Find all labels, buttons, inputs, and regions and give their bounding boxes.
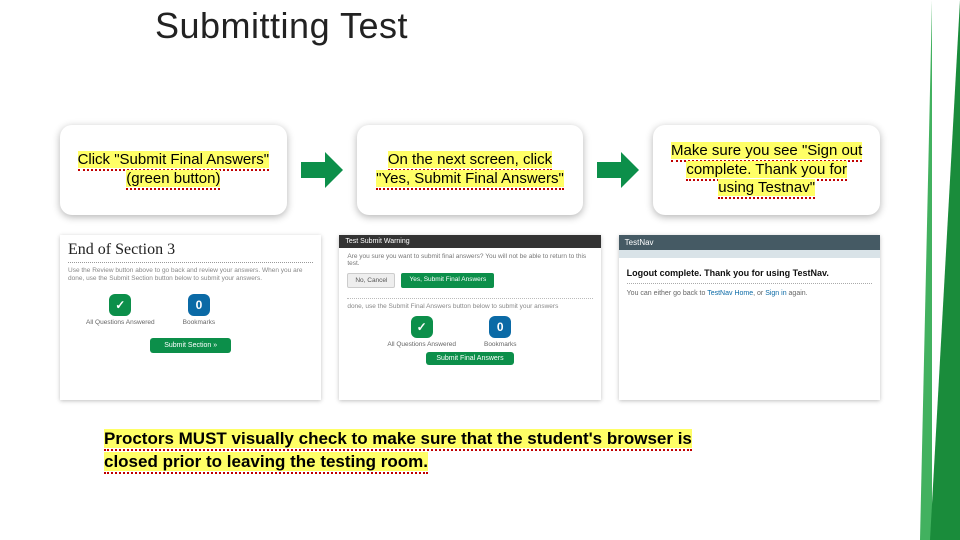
screenshot-3: TestNav Logout complete. Thank you for u…: [619, 235, 880, 400]
all-questions-label: All Questions Answered: [387, 341, 456, 348]
step-row: Click "Submit Final Answers" (green butt…: [60, 125, 880, 215]
shot1-subtext: Use the Review button above to go back a…: [68, 267, 313, 284]
shot3-sub-pre: You can either go back to: [627, 290, 708, 297]
screenshot-1: End of Section 3 Use the Review button a…: [60, 235, 321, 400]
shot3-toolbar: [619, 250, 880, 258]
shot1-heading: End of Section 3: [68, 241, 313, 263]
shot3-subtext: You can either go back to TestNav Home, …: [627, 290, 872, 297]
check-icon: ✓: [109, 294, 131, 316]
shot3-sub-post: again.: [787, 290, 808, 297]
bookmarks-stat: 0 Bookmarks: [484, 316, 517, 348]
bookmarks-count-badge: 0: [489, 316, 511, 338]
sign-in-link[interactable]: Sign in: [765, 290, 786, 297]
proctor-note: Proctors MUST visually check to make sur…: [104, 428, 744, 474]
shot2-msg: done, use the Submit Final Answers butto…: [347, 303, 592, 310]
divider: [347, 298, 592, 299]
testnav-home-link[interactable]: TestNav Home: [707, 290, 753, 297]
logout-message: Logout complete. Thank you for using Tes…: [627, 266, 872, 284]
all-questions-stat: ✓ All Questions Answered: [387, 316, 456, 348]
screenshots-row: End of Section 3 Use the Review button a…: [60, 235, 880, 400]
shot1-stats: ✓ All Questions Answered 0 Bookmarks: [86, 294, 313, 326]
shot2-button-row: No, Cancel Yes, Submit Final Answers: [347, 273, 592, 288]
submit-section-button[interactable]: Submit Section »: [150, 338, 231, 353]
arrow-icon: [595, 150, 641, 190]
bookmarks-label: Bookmarks: [484, 341, 517, 348]
step-2: On the next screen, click "Yes, Submit F…: [357, 125, 584, 215]
testnav-brand: TestNav: [619, 235, 880, 250]
shot2-subtext: Are you sure you want to submit final an…: [347, 253, 592, 267]
yes-submit-button[interactable]: Yes, Submit Final Answers: [401, 273, 494, 288]
accent-triangle: [930, 0, 960, 540]
all-questions-stat: ✓ All Questions Answered: [86, 294, 155, 326]
arrow-icon: [299, 150, 345, 190]
screenshot-2: Test Submit Warning Are you sure you wan…: [339, 235, 600, 400]
shot2-stats: ✓ All Questions Answered 0 Bookmarks: [387, 316, 592, 348]
bookmarks-count-badge: 0: [188, 294, 210, 316]
shot3-sub-mid: , or: [753, 290, 765, 297]
step-1: Click "Submit Final Answers" (green butt…: [60, 125, 287, 215]
submit-final-button[interactable]: Submit Final Answers: [426, 352, 513, 365]
all-questions-label: All Questions Answered: [86, 319, 155, 326]
shot2-heading: Test Submit Warning: [339, 235, 600, 248]
page-title: Submitting Test: [155, 5, 408, 47]
step-3: Make sure you see "Sign out complete. Th…: [653, 125, 880, 215]
check-icon: ✓: [411, 316, 433, 338]
bookmarks-label: Bookmarks: [183, 319, 216, 326]
bookmarks-stat: 0 Bookmarks: [183, 294, 216, 326]
no-cancel-button[interactable]: No, Cancel: [347, 273, 395, 288]
